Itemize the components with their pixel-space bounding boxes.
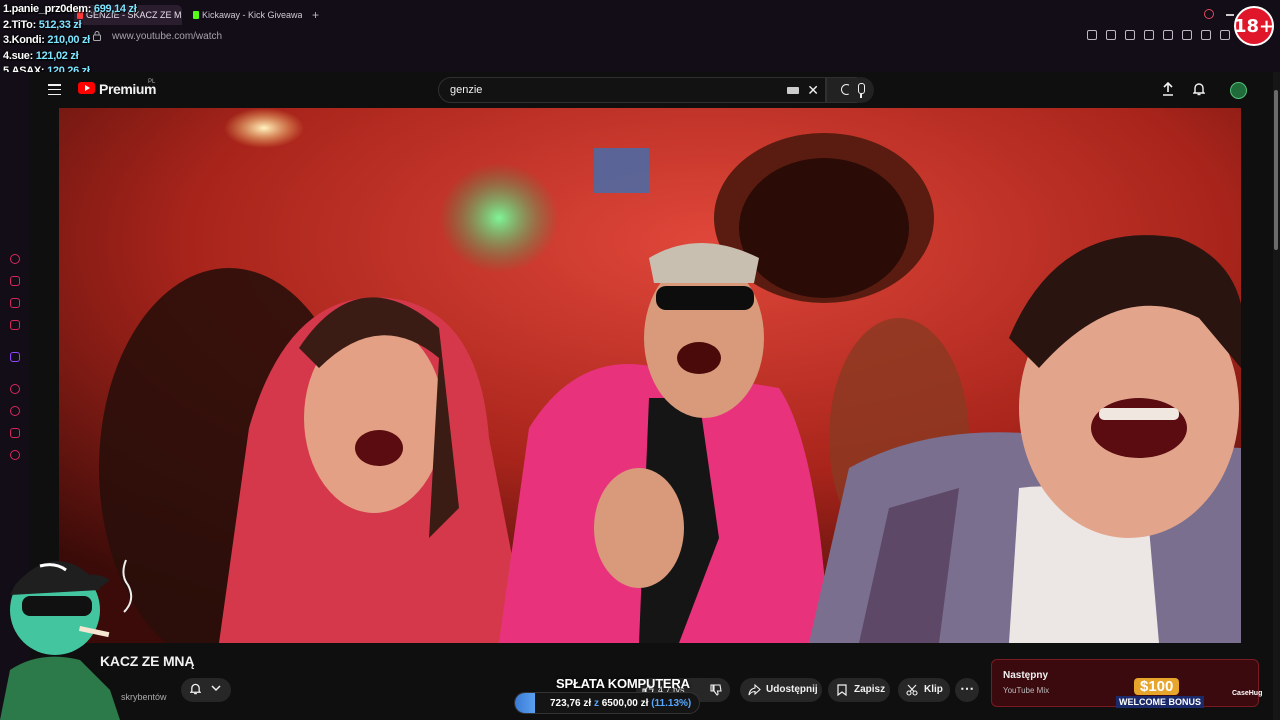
extension-icons [1087,30,1230,40]
sidebar-app-icon[interactable] [10,298,20,308]
sidebar-app-icon[interactable] [10,276,20,286]
leaderboard-row: 4.sue: 121,02 zł [3,49,79,62]
extension-icon[interactable] [1220,30,1230,40]
scrollbar-thumb[interactable] [1274,90,1278,250]
bell-icon [190,683,201,695]
more-actions-button[interactable]: ⋯ [955,678,979,702]
tab-favicon-icon [193,11,199,19]
chevron-down-icon [211,685,221,692]
sidebar-app-icon[interactable] [10,428,20,438]
subscriber-count: skrybentów [121,692,167,702]
search-value: genzie [450,84,483,96]
goal-amount-text: 723,76 zł z 6500,00 zł (11.13%) [550,698,692,709]
save-label: Zapisz [854,684,886,695]
video-frame [59,108,1241,643]
share-button[interactable]: Udostępnij [740,678,822,702]
next-label: Następny [1003,670,1049,681]
clip-button[interactable]: Klip [898,678,950,702]
bonus-amount: $100 [1134,678,1180,695]
notifications-bell-icon[interactable] [1193,82,1205,96]
history-icon[interactable] [10,406,20,416]
settings-icon[interactable] [10,450,20,460]
tab-strip: GENZIE - SKACZ ZE M Kickaway - Kick Give… [0,0,1280,30]
share-label: Udostępnij [766,684,818,695]
extension-icon[interactable] [1201,30,1211,40]
leaderboard-row: 3.Kondi: 210,00 zł [3,34,90,46]
minimize-icon[interactable] [1226,14,1234,16]
welcome-bonus-banner: $100 WELCOME BONUS CaseHug [1110,672,1270,716]
youtube-header: Premium PL genzie ✕ [30,72,1273,108]
tab-title: Kickaway - Kick Giveaway [202,10,302,20]
refresh-icon[interactable] [10,254,20,264]
page-scrollbar[interactable] [1273,72,1280,720]
goal-title: SPŁATA KOMPUTERA [556,676,690,691]
subscribed-button[interactable] [181,678,231,702]
leaderboard-row: 1.panie_prz0dem: 699,14 zł [3,3,137,15]
twitch-icon[interactable] [10,352,20,362]
video-player[interactable] [59,108,1241,643]
extension-icon[interactable] [1144,30,1154,40]
extension-icon[interactable] [1106,30,1116,40]
bonus-brand: CaseHug [1232,690,1263,697]
scissors-icon [906,684,918,696]
search-input[interactable]: genzie ✕ [438,77,826,103]
leaderboard-row: 2.TiTo: 512,33 zł [3,18,82,31]
next-source: YouTube Mix [1003,686,1050,695]
extension-icon[interactable] [1125,30,1135,40]
menu-icon[interactable] [48,84,61,96]
age-badge: 18+ [1234,6,1274,46]
region-code: PL [148,79,156,85]
tab-kickaway[interactable]: Kickaway - Kick Giveaway [190,5,302,25]
extension-icon[interactable] [1182,30,1192,40]
avatar[interactable] [1230,82,1247,99]
goal-progress-fill [515,693,536,713]
dislike-icon [710,684,722,696]
play-icon[interactable] [10,384,20,394]
save-button[interactable]: Zapisz [828,678,890,702]
video-title: KACZ ZE MNĄ [100,653,195,669]
bookmark-icon [837,684,847,696]
extension-icon[interactable] [1163,30,1173,40]
sidebar-app-icon[interactable] [10,320,20,330]
voice-search-button[interactable] [848,77,874,103]
donation-leaderboard: 1.panie_prz0dem: 699,14 zł 2.TiTo: 512,3… [3,2,137,80]
browser-toolbar: GENZIE - SKACZ ZE M Kickaway - Kick Give… [0,0,1280,72]
youtube-logo-icon[interactable] [78,82,95,94]
keyboard-icon[interactable] [787,87,799,94]
clip-label: Klip [924,684,943,695]
dislike-button[interactable] [702,678,730,702]
share-icon [748,684,761,696]
new-tab-button[interactable]: + [312,8,319,22]
extension-icon[interactable] [1087,30,1097,40]
browser-search-icon[interactable] [1204,9,1214,19]
upload-icon[interactable] [1162,82,1174,96]
bonus-label: WELCOME BONUS [1116,696,1204,708]
clear-search-icon[interactable]: ✕ [807,83,819,97]
